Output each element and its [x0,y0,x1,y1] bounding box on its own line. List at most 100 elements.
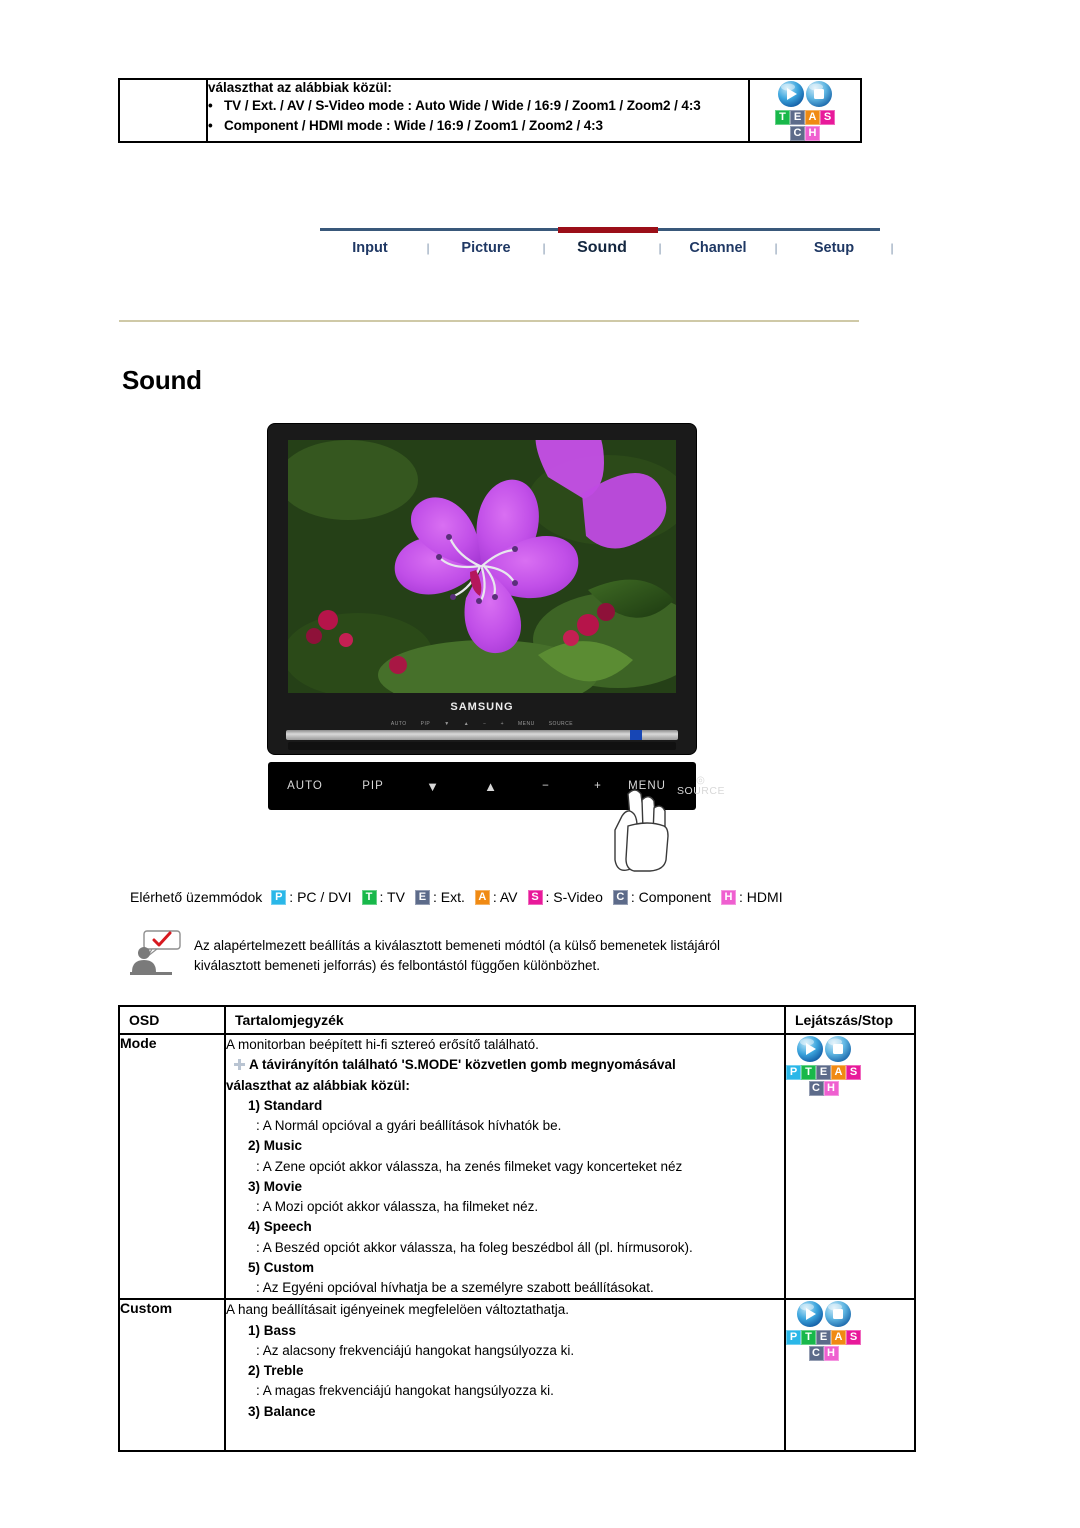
mode-tv-text: : TV [379,889,405,905]
monitor-micro-controls: AUTO PIP ▼ ▲ − + MENU SOURCE [288,718,676,730]
micro-menu: MENU [517,721,535,727]
mode-ext-text: : Ext. [432,889,465,905]
mode-letter-e-icon: E [414,889,430,905]
horizontal-divider [119,320,859,322]
mode-item-1-label: 1) Standard [248,1097,323,1113]
mode-component-text: : Component [630,889,712,905]
playstop-badge-cluster: P T E A S C H [786,1300,861,1362]
playstop-cell-top: T E A S C H [748,78,862,143]
monitor-stand-slot [286,730,678,740]
badge-letter-h: H [823,1346,839,1362]
mode-item-5-label: 5) Custom [248,1259,315,1275]
play-stop-disks-icon [786,1300,861,1328]
table-row: Custom A hang beállításait igényeinek me… [118,1298,916,1453]
control-pip[interactable]: PIP [342,780,404,792]
continuation-bullet-1-text: TV / Ext. / AV / S-Video mode : Auto Wid… [224,98,701,113]
control-down-arrow-icon[interactable]: ▼ [404,779,462,794]
monitor-screen [288,440,676,693]
play-stop-disks-icon [786,1035,861,1063]
nav-separator-3: | [658,241,662,255]
micro-auto: AUTO [390,721,407,727]
pointing-hand-icon [608,782,678,872]
mode-svideo: S : S-Video [527,889,603,905]
badge-letter-h: H [823,1081,839,1096]
playstop-badge-cluster: T E A S C H [775,80,835,141]
tab-input[interactable]: Input [320,240,420,256]
mode-item-3-label: 3) Movie [248,1178,303,1194]
continuation-content: választhat az alábbiak közül: • TV / Ext.… [206,78,750,143]
continuation-bullet-2: • Component / HDMI mode : Wide / 16:9 / Z… [208,118,603,134]
tab-setup[interactable]: Setup [784,240,884,256]
nav-tabs: Input | Picture | Sound | Channel | Setu… [320,231,893,265]
badge-letters-row-1: P T E A S [786,1065,861,1080]
mode-ext: E : Ext. [414,889,465,905]
badge-letter-e: E [790,110,805,125]
badge-letters-row-1: P T E A S [786,1330,861,1346]
badge-letter-t: T [801,1330,816,1346]
available-modes-line: Elérhető üzemmódok P : PC / DVI T : TV E… [130,889,890,905]
row-content-mode: A monitorban beépített hi-fi sztereó erő… [224,1032,786,1301]
custom-item-1-label: 1) Bass [248,1322,297,1338]
badge-letters-row-1: T E A S [775,110,835,125]
row-osd-mode: Mode [118,1032,226,1301]
continuation-table: választhat az alábbiak közül: • TV / Ext.… [118,78,862,143]
mode-letter-h-icon: H [721,889,737,905]
control-source[interactable]: ◎ SOURCE [670,774,732,797]
custom-item-1-desc: : Az alacsony frekvenciájú hangokat hang… [256,1342,575,1358]
badge-letter-h: H [805,126,820,141]
row-playstop-mode: P T E A S C H [784,1032,916,1301]
row-playstop-custom: P T E A S C H [784,1298,916,1453]
control-auto[interactable]: AUTO [268,780,342,792]
monitor-illustration: SAMSUNG AUTO PIP ▼ ▲ − + MENU SOURCE [268,424,696,754]
mode-letter-a-icon: A [474,889,490,905]
mode-item-5-desc: : Az Egyéni opcióval hívhatja be a szemé… [256,1280,654,1295]
osd-settings-table: OSD Tartalomjegyzék Lejátszás/Stop Mode … [118,1005,916,1453]
mode-item-3-desc: : A Mozi opciót akkor válassza, ha filme… [256,1199,539,1214]
mode-item-2-desc: : A Zene opciót akkor válassza, ha zenés… [256,1158,683,1174]
badge-letter-a: A [805,110,820,125]
plus-bullet-icon [234,1059,245,1071]
continuation-intro: választhat az alábbiak közül: [208,80,392,95]
badge-letter-c: C [808,1081,824,1096]
badge-letter-a: A [831,1065,846,1080]
document-page: választhat az alábbiak közül: • TV / Ext.… [0,0,1080,1528]
header-contents: Tartalomjegyzék [224,1005,786,1035]
custom-item-3-label: 3) Balance [248,1403,316,1419]
micro-source: SOURCE [548,721,574,727]
source-icon: ◎ [696,774,706,786]
tab-sound[interactable]: Sound [552,239,652,257]
section-nav: Input | Picture | Sound | Channel | Setu… [320,227,894,265]
note-line-2: kiválasztott bemeneti jelforrás) és felb… [194,957,600,973]
mode-component: C : Component [612,889,712,905]
mode-svideo-text: : S-Video [545,889,603,905]
table-row: Mode A monitorban beépített hi-fi sztere… [118,1032,916,1301]
nav-separator-4: | [774,241,778,255]
continuation-bullet-2-text: Component / HDMI mode : Wide / 16:9 / Zo… [224,118,603,134]
continuation-bullet-1: • TV / Ext. / AV / S-Video mode : Auto Wi… [208,98,701,113]
control-up-arrow-icon[interactable]: ▲ [462,779,520,794]
available-modes-label: Elérhető üzemmódok [130,889,263,905]
mode-letter-t-icon: T [361,889,377,905]
mode-letter-p-icon: P [271,889,287,905]
row-content-custom: A hang beállításait igényeinek megfelelö… [224,1298,786,1453]
badge-letter-e: E [816,1065,831,1080]
tab-picture[interactable]: Picture [436,240,536,256]
badge-letters-row-2: C H [786,1346,861,1362]
tab-channel[interactable]: Channel [668,240,768,256]
mode-hdmi: H : HDMI [721,889,783,905]
nav-active-indicator [558,227,658,233]
mode-av-text: : AV [492,889,518,905]
mode-smode-note-line2: választhat az alábbiak közül: [226,1077,410,1093]
mode-smode-note: A távirányítón található 'S.MODE' közvet… [234,1055,784,1075]
table-row: választhat az alábbiak közül: • TV / Ext.… [118,78,862,143]
mode-letter-s-icon: S [527,889,543,905]
control-minus[interactable]: − [520,780,572,792]
badge-letter-t: T [775,110,790,125]
row-osd-custom: Custom [118,1298,226,1453]
monitor-brand-label: SAMSUNG [450,701,514,713]
mode-item-4-label: 4) Speech [248,1219,312,1235]
custom-item-2-desc: : A magas frekvenciájú hangokat hangsúly… [256,1383,554,1399]
micro-up: ▲ [463,721,470,727]
badge-letter-t: T [801,1065,816,1080]
badge-letter-a: A [831,1330,846,1346]
